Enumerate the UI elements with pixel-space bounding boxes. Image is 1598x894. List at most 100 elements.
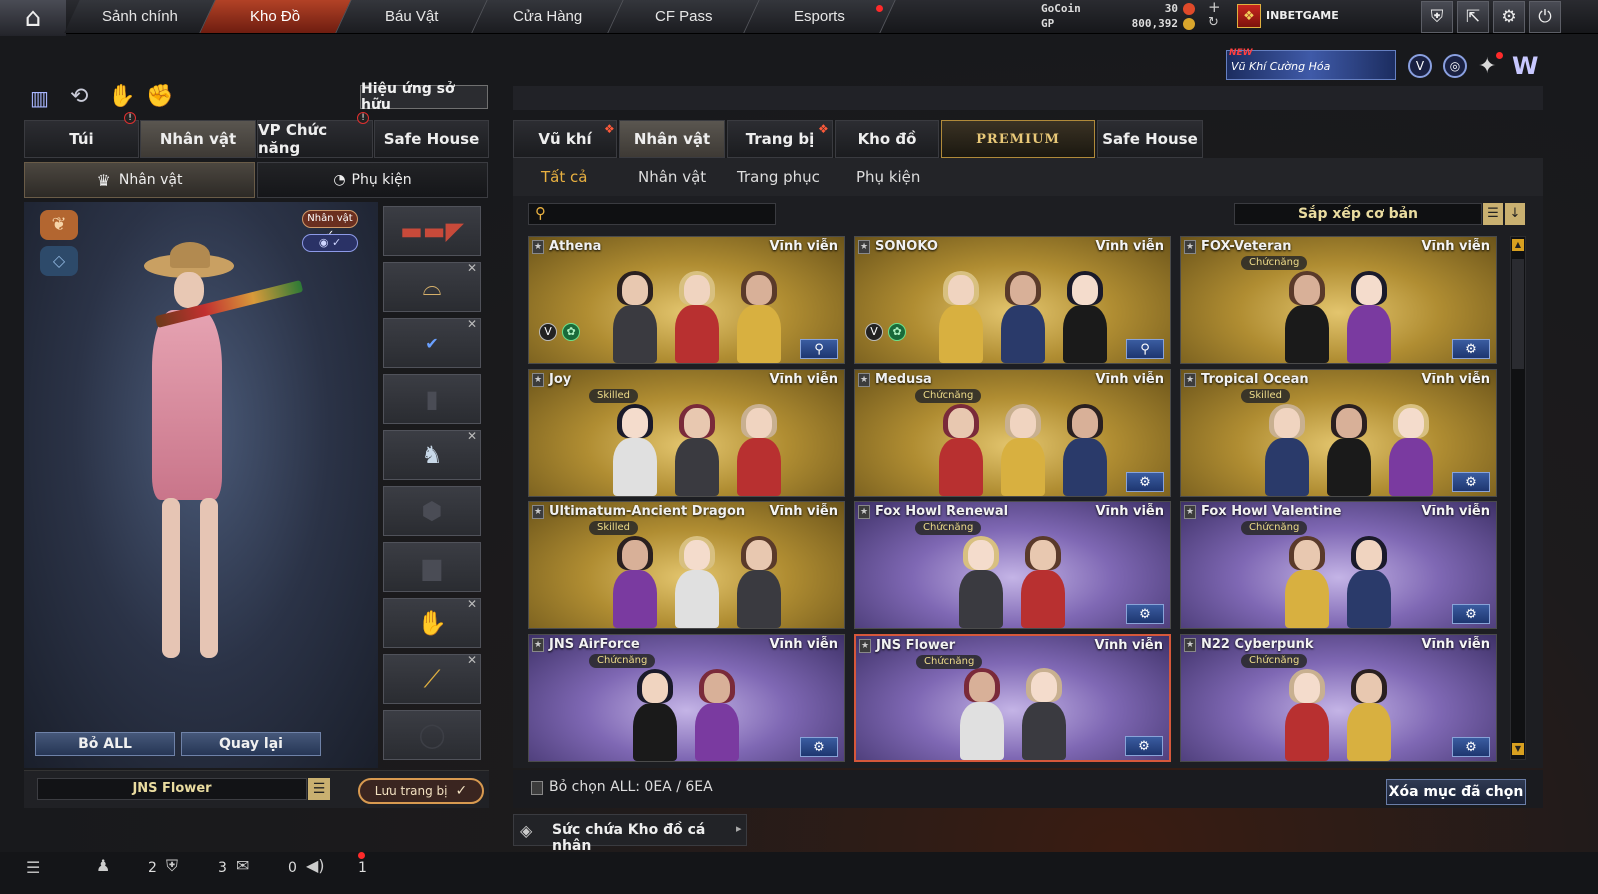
owned-effects-button[interactable]: Hiệu ứng sở hữu (360, 81, 488, 113)
remove-all-button[interactable]: Bỏ ALL (35, 732, 175, 756)
close-icon[interactable]: ✕ (467, 653, 477, 667)
category-all[interactable]: Tất cả (541, 168, 587, 186)
ranking-icon[interactable]: ▥ (30, 86, 49, 110)
menu-icon[interactable]: ☰ (308, 778, 330, 800)
sort-direction-icon[interactable]: ↓ (1505, 203, 1525, 225)
tab-premium[interactable]: PREMIUM (941, 120, 1095, 158)
category-accessory[interactable]: Phụ kiện (856, 168, 920, 186)
capacity-bar[interactable]: ◈ Sức chứa Kho đồ cá nhân ▸ (513, 814, 747, 854)
slot-backpack[interactable]: ⬢ (383, 486, 481, 536)
item-card[interactable]: ★ FOX-Veteran Vĩnh viễn Chứcnăng ⚙ (1180, 236, 1497, 364)
close-icon[interactable]: ✕ (467, 317, 477, 331)
close-icon[interactable]: ✕ (467, 597, 477, 611)
slot-gloves[interactable]: ✋ ✕ (383, 597, 481, 648)
promo-banner[interactable]: NEW Vũ Khí Cường Hóa (1226, 48, 1396, 80)
item-card[interactable]: ★ Tropical Ocean Vĩnh viễn Skilled ⚙ (1180, 369, 1497, 497)
rotate-icon[interactable]: ⟲ (70, 84, 88, 109)
favorite-icon[interactable]: ★ (858, 373, 870, 387)
close-icon[interactable]: ✕ (467, 429, 477, 443)
back-button[interactable]: Quay lại (181, 732, 321, 756)
slot-ring[interactable]: ◯ (383, 710, 481, 760)
gear-icon[interactable]: ⚙ (1493, 1, 1525, 33)
tab-safe-house-right[interactable]: Safe House (1097, 120, 1203, 158)
emblem-slot-icon[interactable]: ◇ (40, 246, 78, 276)
save-loadout-button[interactable]: Lưu trang bị ✓ (358, 778, 484, 804)
sort-select[interactable]: Sắp xếp cơ bản (1234, 203, 1482, 225)
settings-button[interactable]: ⚙ (1452, 472, 1490, 492)
speaker-icon[interactable]: ◀) (306, 856, 325, 875)
zoom-button[interactable]: ⚲ (1126, 339, 1164, 359)
character-preview[interactable]: ❦ ◇ Nhân vật ✓ ◉ ✓ (24, 202, 378, 768)
w-emblem-icon[interactable]: W (1512, 52, 1538, 80)
scroll-up-icon[interactable]: ▲ (1512, 239, 1524, 251)
list-icon[interactable]: ☰ (1483, 203, 1503, 225)
tab-safe-house[interactable]: Safe House (374, 120, 489, 158)
item-card[interactable]: ★ N22 Cyberpunk Vĩnh viễn Chứcnăng ⚙ (1180, 634, 1497, 762)
tab-bag[interactable]: Túi (24, 120, 139, 158)
nav-tab-cf-pass[interactable]: CF Pass (608, 0, 760, 33)
category-character[interactable]: Nhân vật (638, 168, 706, 186)
tab-characters[interactable]: Nhân vật (619, 120, 725, 158)
favorite-icon[interactable]: ★ (532, 505, 544, 519)
item-card[interactable]: ★ Joy Vĩnh viễn Skilled (528, 369, 845, 497)
scrollbar[interactable]: ▲ ▼ (1510, 236, 1526, 760)
tab-storage[interactable]: Kho đồ (835, 120, 939, 158)
slot-pet[interactable]: ♞ ✕ (383, 429, 481, 480)
settings-button[interactable]: ⚙ (1452, 339, 1490, 359)
item-card[interactable]: ★ Ultimatum-Ancient Dragon Vĩnh viễn Skille… (528, 501, 845, 629)
item-card[interactable]: ★ JNS AirForce Vĩnh viễn Chứcnăng ⚙ (528, 634, 845, 762)
settings-button[interactable]: ⚙ (1126, 604, 1164, 624)
refresh-icon[interactable]: ↻ (1208, 15, 1219, 30)
favorite-icon[interactable]: ★ (1184, 638, 1196, 652)
slot-face[interactable]: ✔ ✕ (383, 317, 481, 368)
friends-icon[interactable]: ♟ (96, 856, 110, 875)
nav-tab-treasure[interactable]: Báu Vật (336, 0, 488, 33)
add-currency-icon[interactable]: + (1208, 0, 1221, 16)
item-card[interactable]: ★ Fox Howl Valentine Vĩnh viễn Chứcnăng ⚙ (1180, 501, 1497, 629)
shield-icon[interactable]: ⛨ (1421, 1, 1453, 33)
nav-tab-lobby[interactable]: Sảnh chính (64, 0, 216, 33)
close-icon[interactable]: ✕ (467, 261, 477, 275)
tab-weapons[interactable]: Vũ khí (513, 120, 617, 158)
slot-weapon[interactable]: ▬▬◤ (383, 206, 481, 256)
chat-icon[interactable]: ✉ (236, 856, 249, 875)
deselect-icon[interactable] (531, 781, 543, 795)
settings-button[interactable]: ⚙ (1452, 737, 1490, 757)
item-card[interactable]: ★ Medusa Vĩnh viễn Chứcnăng ⚙ (854, 369, 1171, 497)
favorite-icon[interactable]: ★ (532, 240, 544, 254)
settings-button[interactable]: ⚙ (800, 737, 838, 757)
favorite-icon[interactable]: ★ (1184, 505, 1196, 519)
slot-pants[interactable]: ▆ (383, 542, 481, 592)
pose-icon[interactable]: ✋ (108, 84, 135, 109)
settings-button[interactable]: ⚙ (1452, 604, 1490, 624)
subtab-character[interactable]: ♛ Nhân vật (24, 162, 255, 198)
delete-selected-button[interactable]: Xóa mục đã chọn (1386, 779, 1526, 805)
item-card[interactable]: ★ Athena Vĩnh viễn V ✿ ⚲ (528, 236, 845, 364)
subtab-accessories[interactable]: ◔ Phụ kiện (257, 162, 488, 198)
v-emblem-icon[interactable]: V (1408, 54, 1432, 78)
slot-hat[interactable]: ⌓ ✕ (383, 261, 481, 312)
globe-icon[interactable]: ◎ (1443, 54, 1467, 78)
category-outfit[interactable]: Trang phục (737, 168, 820, 186)
favorite-icon[interactable]: ★ (858, 240, 870, 254)
favorite-icon[interactable]: ★ (1184, 373, 1196, 387)
nav-tab-shop[interactable]: Cửa Hàng (472, 0, 624, 33)
favorite-icon[interactable]: ★ (532, 373, 544, 387)
visibility-toggle[interactable]: ◉ ✓ (302, 234, 358, 252)
item-card[interactable]: ★ Fox Howl Renewal Vĩnh viễn Chứcnăng ⚙ (854, 501, 1171, 629)
scroll-down-icon[interactable]: ▼ (1512, 743, 1524, 755)
home-icon[interactable]: ⌂ (0, 0, 66, 36)
event-icon[interactable]: ✦ (1478, 54, 1496, 79)
menu-icon[interactable]: ☰ (26, 858, 40, 877)
gesture-icon[interactable]: ✊ (146, 84, 173, 109)
slot-vest[interactable]: ▮ (383, 374, 481, 424)
favorite-icon[interactable]: ★ (859, 639, 871, 653)
zoom-button[interactable]: ⚲ (800, 339, 838, 359)
slot-knife[interactable]: ⟋ ✕ (383, 653, 481, 704)
settings-button[interactable]: ⚙ (1125, 736, 1163, 756)
favorite-icon[interactable]: ★ (858, 505, 870, 519)
settings-button[interactable]: ⚙ (1126, 472, 1164, 492)
eagle-emblem-icon[interactable]: ❦ (40, 210, 78, 240)
favorite-icon[interactable]: ★ (1184, 240, 1196, 254)
tab-character[interactable]: Nhân vật (140, 120, 256, 158)
